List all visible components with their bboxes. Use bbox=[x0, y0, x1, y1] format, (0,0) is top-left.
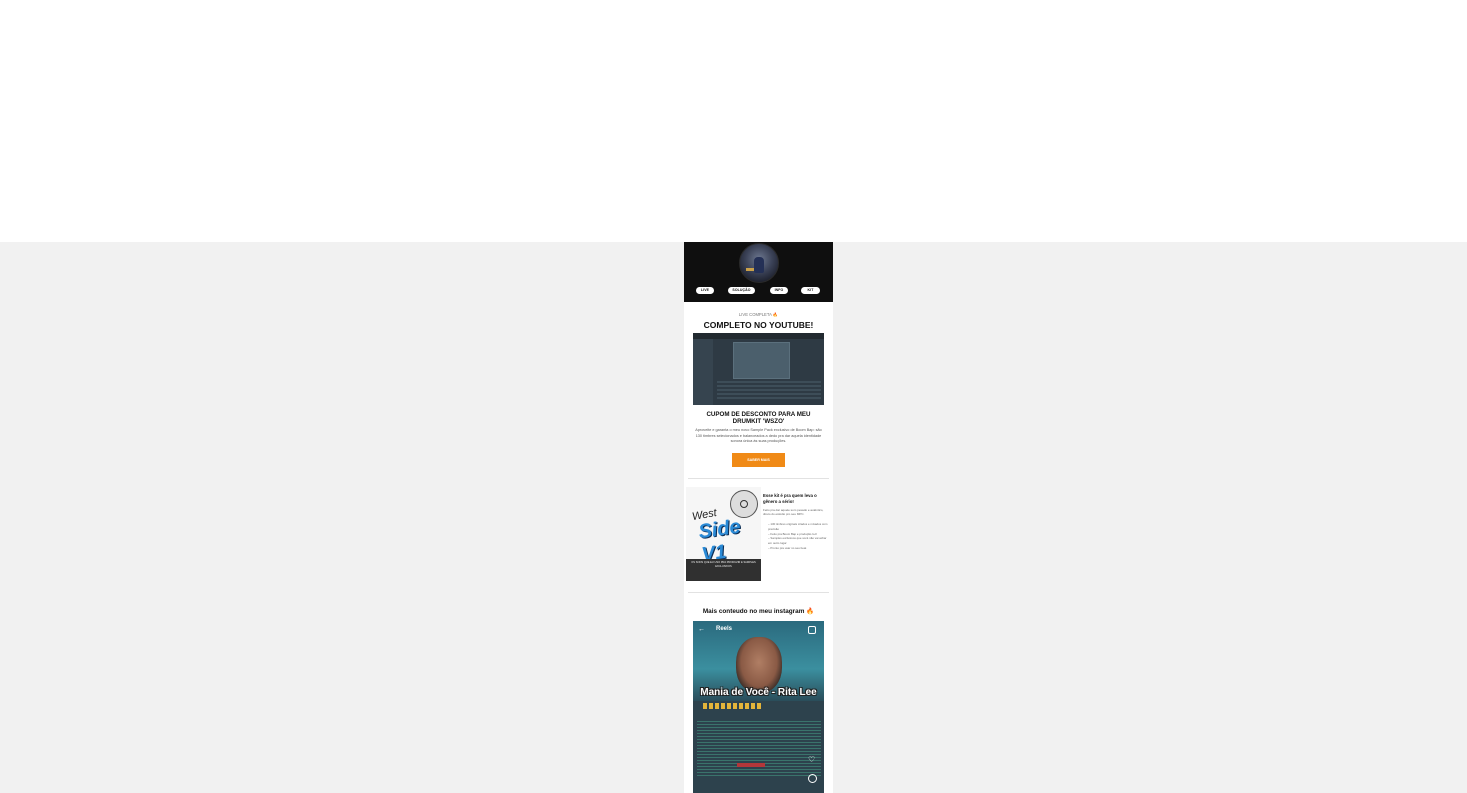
daw-step-grid bbox=[733, 342, 790, 379]
flame-icon: 🔥 bbox=[806, 608, 815, 615]
nav-link-kit[interactable]: KIT bbox=[801, 287, 820, 294]
reel-daw-screen bbox=[693, 701, 824, 793]
kit-feature-list: – 130 timbres originais criados e mixado… bbox=[768, 522, 828, 551]
reel-person bbox=[736, 637, 782, 693]
daw-tracks bbox=[717, 381, 821, 401]
cover-band: OS SONS QUE EU USO PRA PRODUZIR E SAMPLE… bbox=[686, 559, 761, 581]
instagram-reel-preview[interactable]: ← Reels Mania de Você - Rita Lee ♡ bbox=[693, 621, 824, 793]
nav-link-info[interactable]: INFO bbox=[770, 287, 788, 294]
reels-label: Reels bbox=[716, 626, 733, 632]
coupon-title: CUPOM DE DESCONTO PARA MEU DRUMKIT 'WSZO… bbox=[706, 411, 811, 425]
back-arrow-icon[interactable]: ← bbox=[698, 626, 705, 633]
camera-icon[interactable] bbox=[808, 626, 816, 634]
daw-red-clip bbox=[737, 763, 765, 767]
avatar-figure bbox=[754, 257, 764, 273]
list-item: – Samples exclusivos que você não vai ac… bbox=[768, 536, 827, 546]
hero-header: LIVE SOLUÇÃO INFO KIT bbox=[684, 242, 833, 302]
nav-links: LIVE SOLUÇÃO INFO KIT bbox=[684, 287, 833, 295]
instagram-title: Mais conteudo no meu instagram 🔥 bbox=[684, 607, 833, 615]
drumkit-cover-image[interactable]: West Side V1 OS SONS QUE EU USO PRA PROD… bbox=[686, 487, 761, 581]
flame-icon: 🔥 bbox=[772, 312, 779, 317]
avatar-lamp bbox=[746, 268, 754, 271]
instagram-title-text: Mais conteudo no meu instagram bbox=[702, 608, 805, 615]
avatar bbox=[739, 243, 779, 283]
daw-lanes bbox=[697, 721, 821, 777]
youtube-eyebrow: LIVE COMPLETA 🔥 bbox=[684, 312, 833, 318]
reel-caption: Mania de Você - Rita Lee bbox=[700, 687, 817, 698]
heart-icon[interactable]: ♡ bbox=[808, 755, 815, 764]
kit-title: Esse kit é pra quem leva o gênero a séri… bbox=[763, 493, 817, 504]
cover-band-text: OS SONS QUE EU USO PRA PRODUZIR E SAMPLE… bbox=[691, 561, 756, 568]
kit-description: Feito pra dar aquele som pesado e autênt… bbox=[763, 508, 824, 517]
youtube-video-thumbnail[interactable] bbox=[693, 333, 824, 405]
nav-link-live[interactable]: LIVE bbox=[696, 287, 714, 294]
divider bbox=[688, 478, 829, 479]
nav-link-solution[interactable]: SOLUÇÃO bbox=[728, 287, 755, 294]
coupon-text: Aproveite e garanta o meu novo Sample Pa… bbox=[695, 428, 822, 443]
reel-video: ← Reels Mania de Você - Rita Lee bbox=[693, 621, 824, 701]
list-item: – Pronto pra usar no seu beat bbox=[768, 545, 807, 550]
learn-more-button[interactable]: SABER MAIS bbox=[732, 453, 785, 467]
comment-icon[interactable] bbox=[808, 774, 817, 783]
youtube-eyebrow-text: LIVE COMPLETA bbox=[738, 312, 772, 317]
daw-toolbar bbox=[703, 703, 763, 709]
email-preview: LIVE SOLUÇÃO INFO KIT LIVE COMPLETA 🔥 CO… bbox=[684, 242, 833, 793]
youtube-title: COMPLETO NO YOUTUBE! bbox=[703, 320, 814, 330]
list-item: – 130 timbres originais criados e mixado… bbox=[768, 522, 828, 531]
daw-sidebar bbox=[693, 339, 713, 405]
divider bbox=[688, 592, 829, 593]
